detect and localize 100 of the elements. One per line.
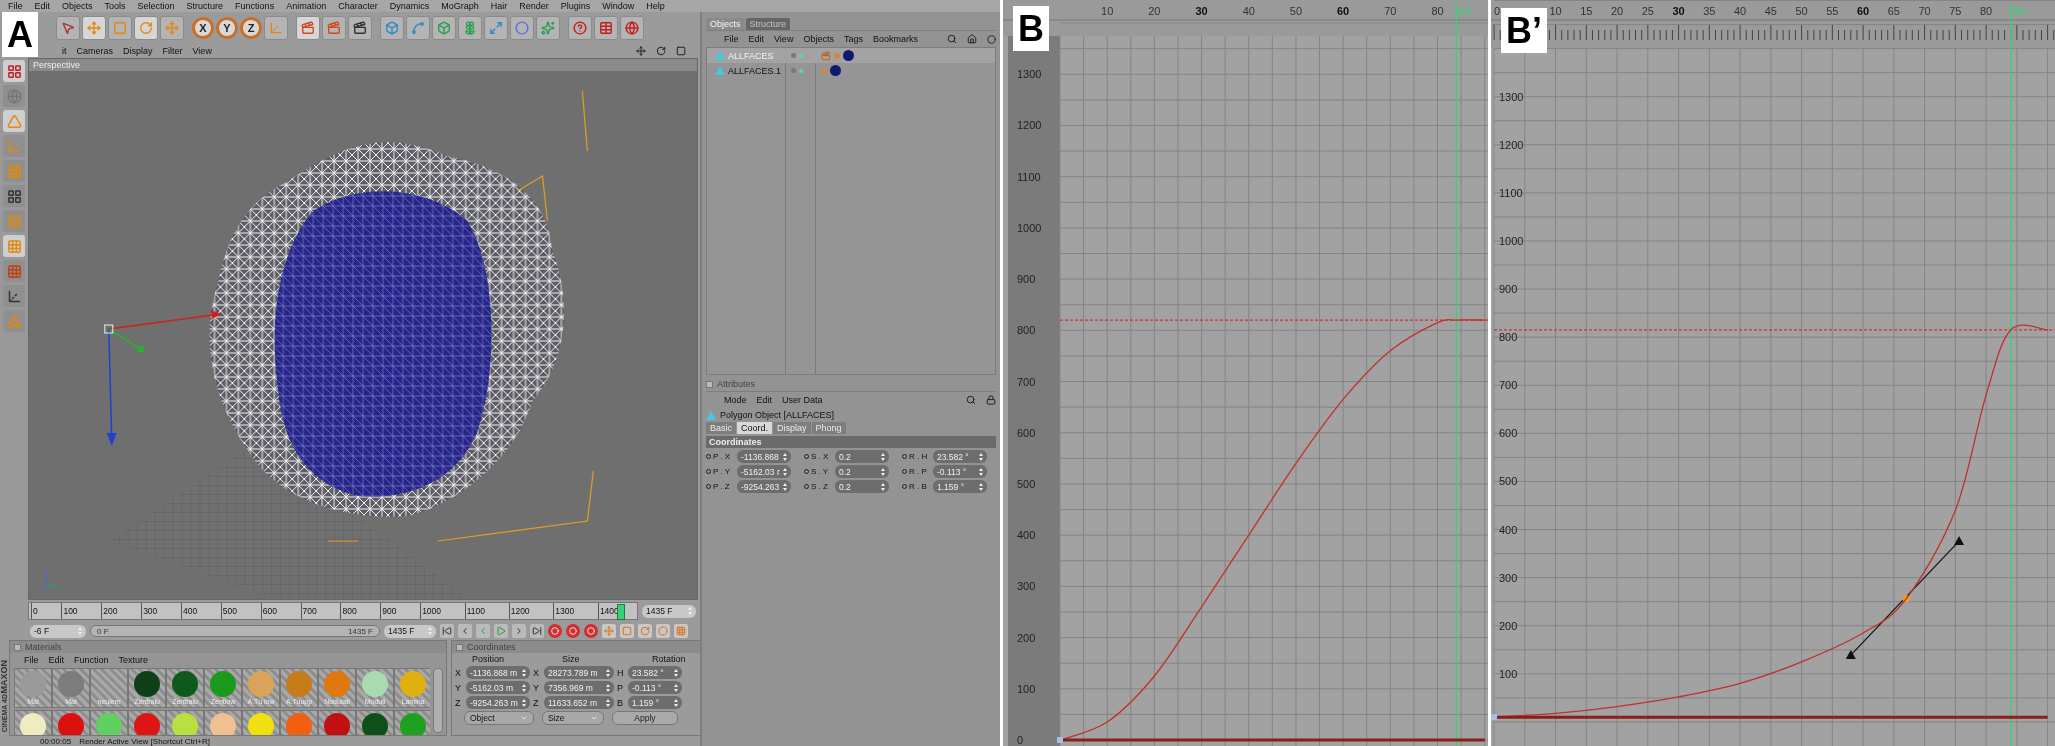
- menu-item[interactable]: Animation: [286, 1, 327, 11]
- last-frame-button[interactable]: [530, 624, 544, 638]
- material-tag-icon[interactable]: [843, 50, 854, 61]
- menu-item[interactable]: Function: [74, 654, 109, 665]
- pointer-button[interactable]: [56, 16, 80, 40]
- checkbox-icon[interactable]: [706, 380, 713, 388]
- menu-item[interactable]: Tools: [104, 1, 126, 11]
- next-key-button[interactable]: [512, 624, 526, 638]
- menu-item[interactable]: Cameras: [76, 46, 113, 56]
- grid-button[interactable]: [3, 60, 25, 82]
- menu-item[interactable]: it: [62, 46, 67, 56]
- previous-key-button[interactable]: [458, 624, 472, 638]
- checkbox-icon[interactable]: [14, 643, 21, 651]
- square-button[interactable]: [108, 16, 132, 40]
- visibility-dot-icon[interactable]: [799, 68, 803, 73]
- spline-button[interactable]: [406, 16, 430, 40]
- key-button[interactable]: [602, 624, 616, 638]
- play-backward-button[interactable]: [476, 624, 490, 638]
- clapperboard-button[interactable]: [348, 16, 372, 40]
- triangle-button[interactable]: [3, 110, 25, 132]
- value-field[interactable]: 0.2: [835, 480, 889, 493]
- clapperboard-button[interactable]: [296, 16, 320, 40]
- key-button[interactable]: [674, 624, 688, 638]
- value-field[interactable]: 23.582 °: [933, 450, 987, 463]
- value-field[interactable]: -9254.263: [737, 480, 791, 493]
- menu-item[interactable]: File: [724, 34, 739, 44]
- value-field[interactable]: -0.113 °: [933, 465, 987, 478]
- viewport-canvas[interactable]: [29, 71, 697, 599]
- expand-button[interactable]: [484, 16, 508, 40]
- material-tag-icon[interactable]: [830, 65, 841, 76]
- ellipse-button[interactable]: [510, 16, 534, 40]
- first-frame-button[interactable]: [440, 624, 454, 638]
- menu-item[interactable]: Window: [602, 1, 635, 11]
- checker-button[interactable]: [3, 260, 25, 282]
- menu-item[interactable]: Structure: [186, 1, 224, 11]
- axis-lock-button[interactable]: Z: [240, 17, 262, 39]
- mode-dropdown[interactable]: Size: [542, 711, 604, 725]
- mode-dropdown[interactable]: Object: [464, 711, 534, 725]
- scrollbar[interactable]: [433, 668, 443, 733]
- menu-item[interactable]: View: [774, 34, 794, 44]
- menu-item[interactable]: Objects: [803, 34, 834, 44]
- menu-item[interactable]: Render: [519, 1, 549, 11]
- menu-item[interactable]: File: [24, 654, 39, 665]
- keyframe-marker[interactable]: [1057, 737, 1063, 743]
- menu-item[interactable]: Edit: [756, 395, 773, 405]
- menu-item[interactable]: User Data: [782, 395, 823, 405]
- record-button[interactable]: [548, 624, 562, 638]
- tag-dots-icon[interactable]: [834, 52, 840, 59]
- attribute-tab[interactable]: Coord.: [737, 422, 773, 434]
- move-button[interactable]: [160, 16, 184, 40]
- menu-item[interactable]: Character: [338, 1, 378, 11]
- end-frame-field[interactable]: 1435 F: [384, 624, 436, 638]
- menu-item[interactable]: Texture: [118, 654, 149, 665]
- attribute-tab[interactable]: Phong: [811, 422, 846, 434]
- cube-button[interactable]: [432, 16, 456, 40]
- menu-item[interactable]: Dynamics: [389, 1, 430, 11]
- menu-item[interactable]: Edit: [34, 1, 51, 11]
- menu-item[interactable]: Selection: [137, 1, 175, 11]
- value-field[interactable]: 0.2: [835, 465, 889, 478]
- axis-lock-button[interactable]: Y: [216, 17, 238, 39]
- frame-marker-line[interactable]: [2009, 3, 2012, 746]
- keyframe-marker[interactable]: [1491, 714, 1498, 721]
- coordinate-field[interactable]: 11633.652 m: [544, 696, 614, 709]
- menu-item[interactable]: File: [8, 1, 23, 11]
- globe-button[interactable]: [620, 16, 644, 40]
- menu-item[interactable]: Help: [646, 1, 665, 11]
- menu-item[interactable]: Tags: [843, 34, 863, 44]
- object-row[interactable]: ALLFACES.1: [707, 63, 785, 78]
- panel-tab[interactable]: Objects: [706, 18, 745, 30]
- checkbox-icon[interactable]: [456, 643, 463, 651]
- record-button[interactable]: [566, 624, 580, 638]
- attribute-tab[interactable]: Basic: [706, 422, 736, 434]
- value-field[interactable]: -5162.03 r: [737, 465, 791, 478]
- rotate-button[interactable]: [134, 16, 158, 40]
- coordinate-field[interactable]: 1.159 °: [628, 696, 682, 709]
- coordinate-field[interactable]: 7356.969 m: [544, 681, 614, 694]
- attribute-tab[interactable]: Display: [773, 422, 811, 434]
- table-button[interactable]: [594, 16, 618, 40]
- cube-button[interactable]: [380, 16, 404, 40]
- play-button[interactable]: [494, 624, 508, 638]
- status-dot-icon[interactable]: [791, 68, 796, 73]
- value-field[interactable]: -1136.868: [737, 450, 791, 463]
- coordinate-field[interactable]: 28273.789 m: [544, 666, 614, 679]
- frame-range-slider[interactable]: 0 F 1435 F: [90, 625, 380, 637]
- menu-item[interactable]: Edit: [748, 34, 765, 44]
- key-button[interactable]: [620, 624, 634, 638]
- start-frame-field[interactable]: -6 F: [30, 624, 86, 638]
- menu-item[interactable]: Hair: [490, 1, 508, 11]
- menu-item[interactable]: View: [192, 46, 212, 56]
- axis-lock-button[interactable]: X: [192, 17, 214, 39]
- flower-button[interactable]: [458, 16, 482, 40]
- playhead-handle[interactable]: [616, 604, 625, 620]
- axis-button[interactable]: [3, 285, 25, 307]
- menu-item[interactable]: Mode: [724, 395, 747, 405]
- menu-item[interactable]: Functions: [235, 1, 275, 11]
- tangent-handle[interactable]: [1845, 536, 1965, 660]
- coordinate-field[interactable]: -1136.868 m: [466, 666, 530, 679]
- frame-field[interactable]: 1435 F: [642, 604, 696, 618]
- menu-item[interactable]: Edit: [48, 654, 65, 665]
- coordinate-field[interactable]: -0.113 °: [628, 681, 682, 694]
